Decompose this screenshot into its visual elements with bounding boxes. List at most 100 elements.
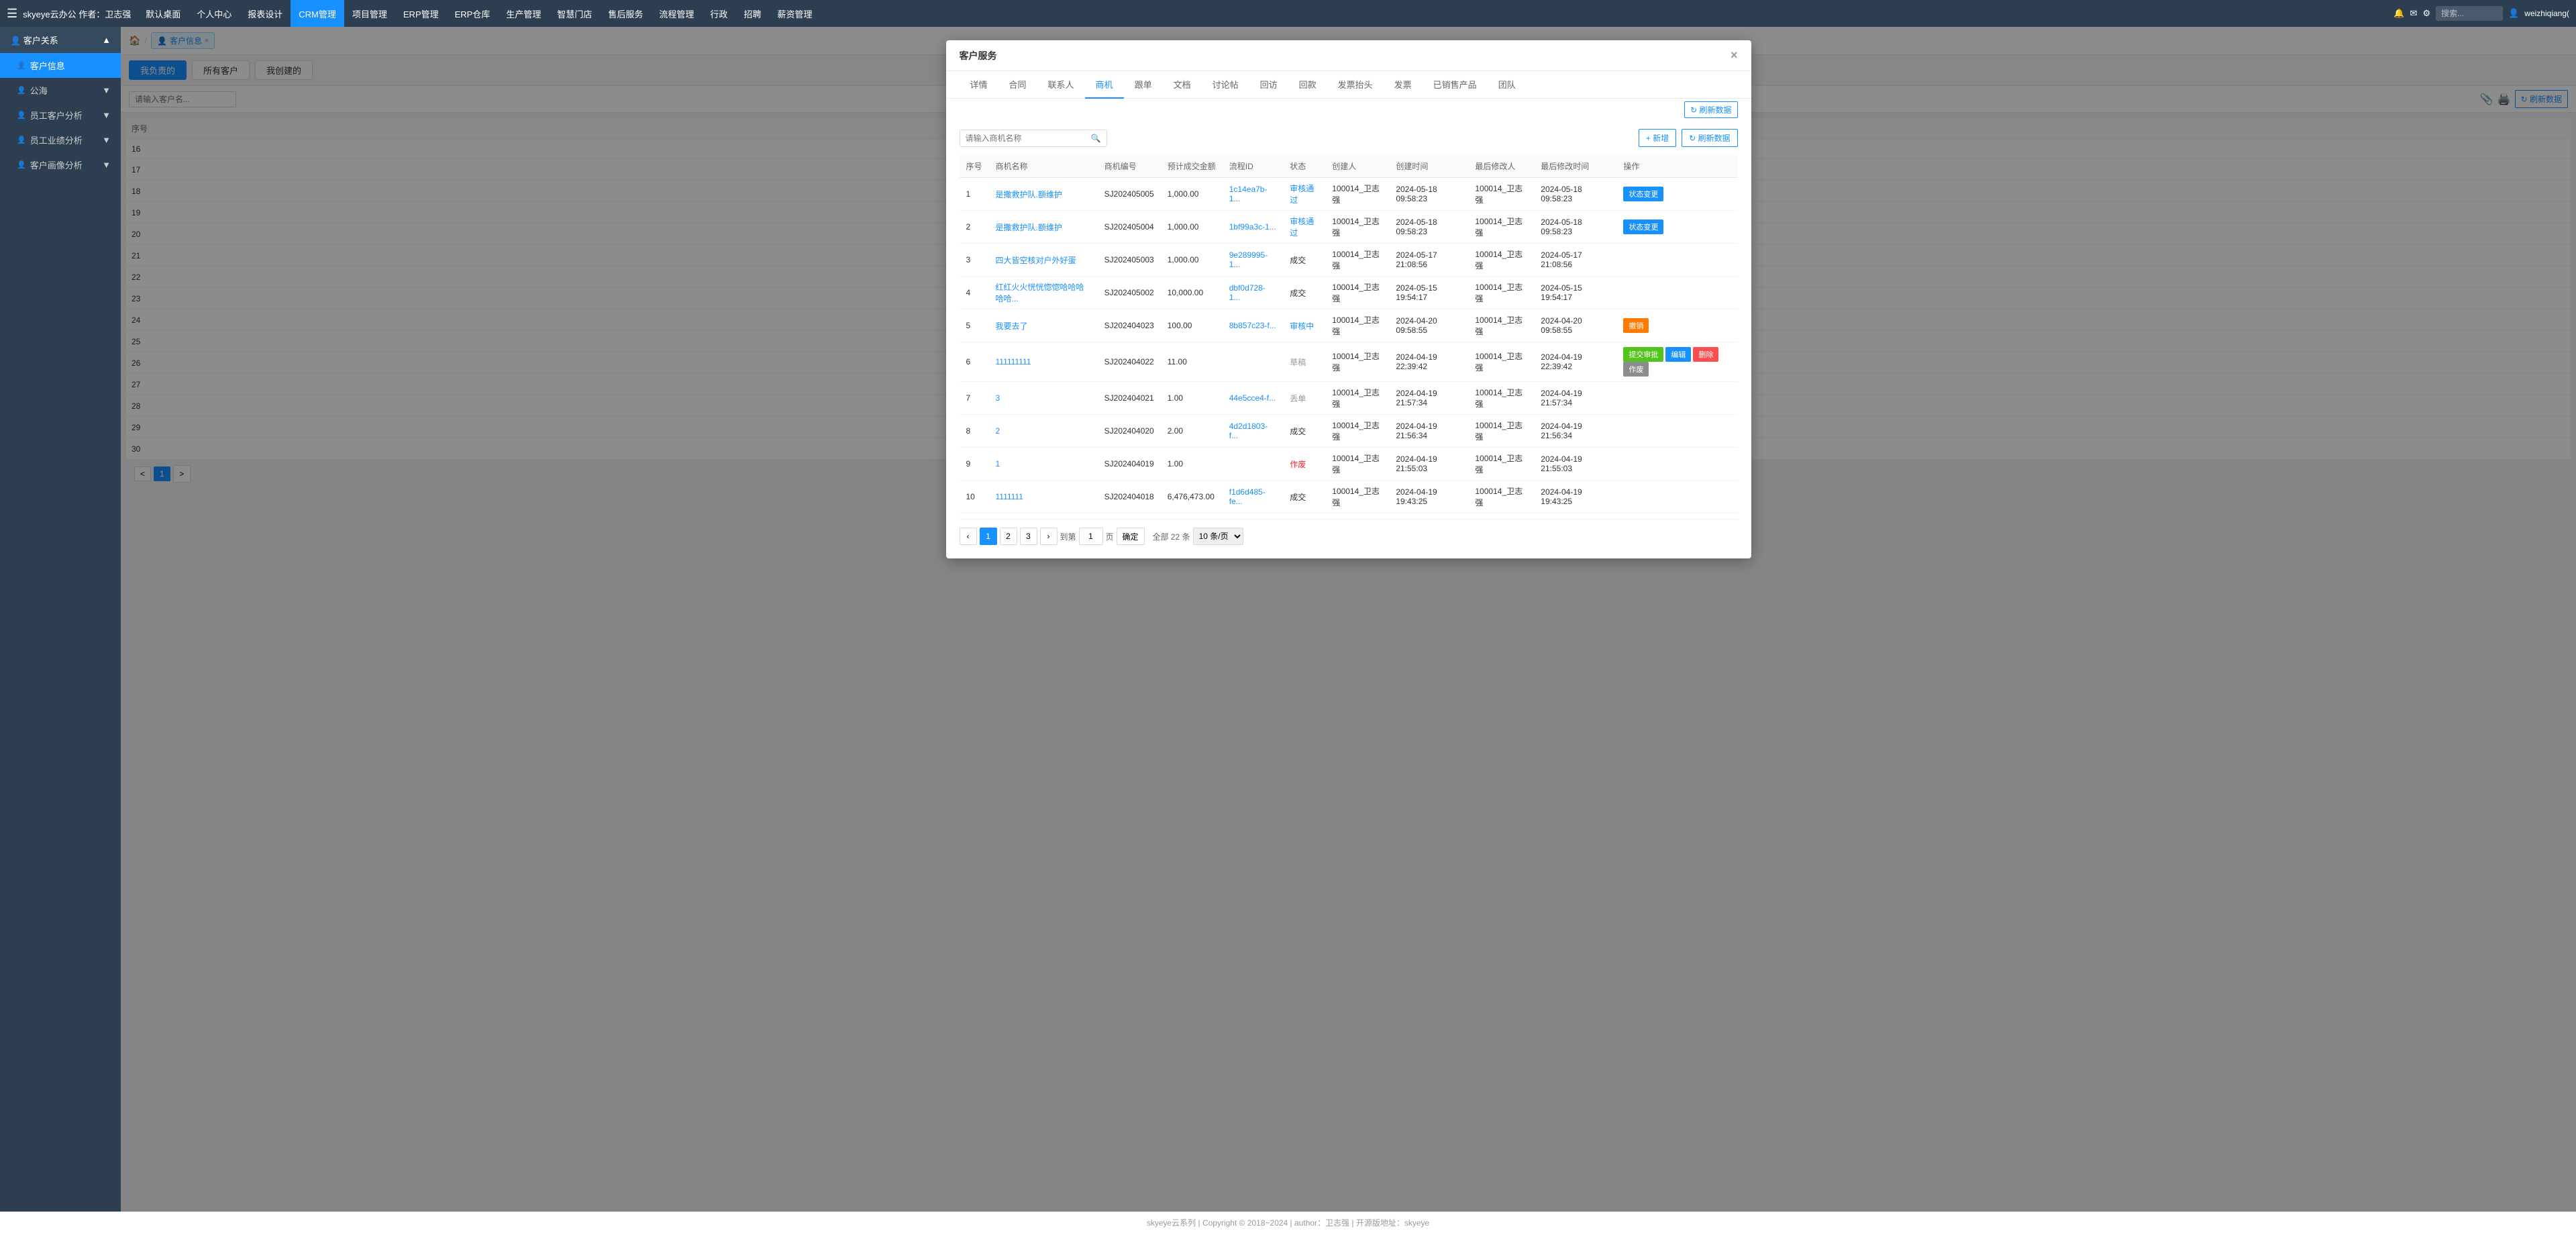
- customer-service-modal: 客户服务 × 详情合同联系人商机跟单文档讨论帖回访回款发票抬头发票已销售产品团队…: [946, 40, 1751, 558]
- nav-item-薪资管理[interactable]: 薪资管理: [769, 0, 820, 27]
- cell-code: SJ202404020: [1098, 415, 1161, 448]
- modal-tab-回访[interactable]: 回访: [1249, 71, 1288, 99]
- cell-no: 3: [960, 244, 989, 277]
- nav-item-个人中心[interactable]: 个人中心: [189, 0, 240, 27]
- modal-tab-商机[interactable]: 商机: [1085, 71, 1124, 99]
- sidebar-group-customer: 👤 客户关系 ▲ 👤 客户信息 👤 公海 ▼ 👤 员工客户分析 ▼ 👤 员工业绩…: [0, 27, 121, 177]
- nav-item-CRM管理[interactable]: CRM管理: [291, 0, 344, 27]
- table-row: 8 2 SJ202404020 2.00 4d2d1803-f... 成交 10…: [960, 415, 1738, 448]
- sidebar-item-customer-info[interactable]: 👤 客户信息: [0, 53, 121, 78]
- cell-name: 1: [989, 448, 1098, 481]
- cell-code: SJ202405003: [1098, 244, 1161, 277]
- modal-tab-详情[interactable]: 详情: [960, 71, 998, 99]
- cell-create-time: 2024-04-19 21:55:03: [1389, 448, 1468, 481]
- cell-code: SJ202404023: [1098, 309, 1161, 342]
- nav-item-项目管理[interactable]: 项目管理: [344, 0, 395, 27]
- sidebar-item-gonghai[interactable]: 👤 公海 ▼: [0, 78, 121, 103]
- search-icon[interactable]: 🔍: [1091, 134, 1101, 143]
- cell-code: SJ202404019: [1098, 448, 1161, 481]
- global-search-input[interactable]: [2436, 6, 2503, 21]
- modal-next-btn[interactable]: ›: [1040, 528, 1058, 545]
- notification-icon[interactable]: 🔔: [2393, 8, 2404, 19]
- nav-item-报表设计[interactable]: 报表设计: [240, 0, 291, 27]
- nav-item-默认桌面[interactable]: 默认桌面: [138, 0, 189, 27]
- opportunity-name-link[interactable]: 是撒救护队.额维护: [996, 190, 1062, 199]
- modal-prev-btn[interactable]: ‹: [960, 528, 977, 545]
- nav-item-智慧门店[interactable]: 智慧门店: [549, 0, 600, 27]
- customer-info-icon: 👤: [17, 61, 26, 70]
- opportunity-search-input[interactable]: [966, 134, 1091, 143]
- modal-tab-发票[interactable]: 发票: [1384, 71, 1423, 99]
- cell-modify-time: 2024-04-19 21:56:34: [1534, 415, 1616, 448]
- opportunity-name-link[interactable]: 2: [996, 426, 1000, 436]
- action-btn[interactable]: 状态变更: [1623, 187, 1663, 201]
- modal-tab-讨论帖[interactable]: 讨论帖: [1202, 71, 1249, 99]
- modal-page-3-btn[interactable]: 3: [1020, 528, 1037, 545]
- modal-tab-合同[interactable]: 合同: [998, 71, 1037, 99]
- footer-text: skyeye云系列 | Copyright © 2018~2024 | auth…: [1147, 1217, 1429, 1228]
- modal-close-btn[interactable]: ×: [1731, 48, 1738, 62]
- action-btn[interactable]: 作废: [1623, 362, 1649, 377]
- modal-page-2-btn[interactable]: 2: [1000, 528, 1017, 545]
- modal-page-1-btn[interactable]: 1: [980, 528, 997, 545]
- sidebar-item-employee-performance[interactable]: 👤 员工业绩分析 ▼: [0, 128, 121, 152]
- flow-id-link[interactable]: dbf0d728-1...: [1229, 283, 1266, 302]
- sidebar-item-customer-portrait[interactable]: 👤 客户画像分析 ▼: [0, 152, 121, 177]
- chevron-right-icon2: ▼: [102, 110, 111, 120]
- sidebar-item-employee-customer[interactable]: 👤 员工客户分析 ▼: [0, 103, 121, 128]
- opportunity-name-link[interactable]: 111111111: [996, 357, 1031, 366]
- opportunity-name-link[interactable]: 是撒救护队.额维护: [996, 223, 1062, 232]
- action-btn[interactable]: 提交审批: [1623, 347, 1663, 362]
- opportunity-name-link[interactable]: 我要去了: [996, 322, 1028, 331]
- modal-tab-团队[interactable]: 团队: [1488, 71, 1527, 99]
- cell-create-time: 2024-05-15 19:54:17: [1389, 277, 1468, 309]
- sidebar-group-header-customer[interactable]: 👤 客户关系 ▲: [0, 27, 121, 53]
- new-opportunity-btn[interactable]: + 新增: [1639, 129, 1676, 147]
- page-jump-input[interactable]: [1079, 528, 1103, 545]
- cell-modifier: 100014_卫志强: [1468, 277, 1534, 309]
- opportunity-name-link[interactable]: 1: [996, 459, 1000, 468]
- action-btn[interactable]: 状态变更: [1623, 219, 1663, 234]
- nav-item-招聘[interactable]: 招聘: [735, 0, 769, 27]
- flow-id-link[interactable]: 1c14ea7b-1...: [1229, 185, 1268, 203]
- mail-icon[interactable]: ✉: [2410, 8, 2418, 19]
- modal-refresh-btn[interactable]: ↻ 刷新数据: [1684, 101, 1737, 118]
- action-btn[interactable]: 编辑: [1665, 347, 1691, 362]
- nav-item-ERP管理[interactable]: ERP管理: [395, 0, 447, 27]
- opportunity-name-link[interactable]: 3: [996, 393, 1000, 403]
- modal-tab-回款[interactable]: 回款: [1288, 71, 1327, 99]
- action-btn[interactable]: 撤销: [1623, 318, 1649, 333]
- page-confirm-btn[interactable]: 确定: [1117, 528, 1145, 545]
- inner-actions: + 新增 ↻ 刷新数据: [1639, 129, 1738, 147]
- modal-tab-已销售产品[interactable]: 已销售产品: [1423, 71, 1488, 99]
- modal-tab-文档[interactable]: 文档: [1163, 71, 1202, 99]
- nav-item-售后服务[interactable]: 售后服务: [600, 0, 651, 27]
- flow-id-link[interactable]: 4d2d1803-f...: [1229, 422, 1268, 440]
- opportunity-name-link[interactable]: 红红火火恍恍惚惚哈哈哈哈哈...: [996, 283, 1084, 303]
- flow-id-link[interactable]: 44e5cce4-f...: [1229, 393, 1276, 403]
- cell-no: 5: [960, 309, 989, 342]
- modal-pagination: ‹ 1 2 3 › 到第 页 确定 全部 22 条 10 条/页 20 条/页 …: [960, 519, 1738, 548]
- flow-id-link[interactable]: 8b857c23-f...: [1229, 321, 1276, 330]
- menu-toggle-icon[interactable]: ☰: [7, 7, 17, 21]
- modal-tab-联系人[interactable]: 联系人: [1037, 71, 1085, 99]
- user-avatar[interactable]: 👤: [2508, 8, 2519, 19]
- cell-status: 草稿: [1283, 342, 1325, 382]
- settings-icon[interactable]: ⚙: [2422, 8, 2430, 19]
- flow-id-link[interactable]: 9e289995-1...: [1229, 250, 1268, 269]
- nav-item-流程管理[interactable]: 流程管理: [651, 0, 702, 27]
- nav-item-ERP仓库[interactable]: ERP仓库: [447, 0, 499, 27]
- col-header: 流程ID: [1223, 155, 1284, 178]
- modal-tab-发票抬头[interactable]: 发票抬头: [1327, 71, 1384, 99]
- flow-id-link[interactable]: f1d6d485-fe...: [1229, 487, 1266, 506]
- opportunity-name-link[interactable]: 四大皆空核对户外好蛋: [996, 256, 1076, 265]
- nav-item-行政[interactable]: 行政: [702, 0, 735, 27]
- flow-id-link[interactable]: 1bf99a3c-1...: [1229, 222, 1276, 232]
- modal-tab-跟单[interactable]: 跟单: [1124, 71, 1163, 99]
- inner-refresh-btn[interactable]: ↻ 刷新数据: [1682, 129, 1737, 147]
- action-btn[interactable]: 删除: [1693, 347, 1718, 362]
- nav-item-生产管理[interactable]: 生产管理: [498, 0, 549, 27]
- opportunity-name-link[interactable]: 1111111: [996, 492, 1023, 501]
- cell-modify-time: 2024-05-18 09:58:23: [1534, 211, 1616, 244]
- per-page-select[interactable]: 10 条/页 20 条/页 50 条/页: [1193, 528, 1243, 545]
